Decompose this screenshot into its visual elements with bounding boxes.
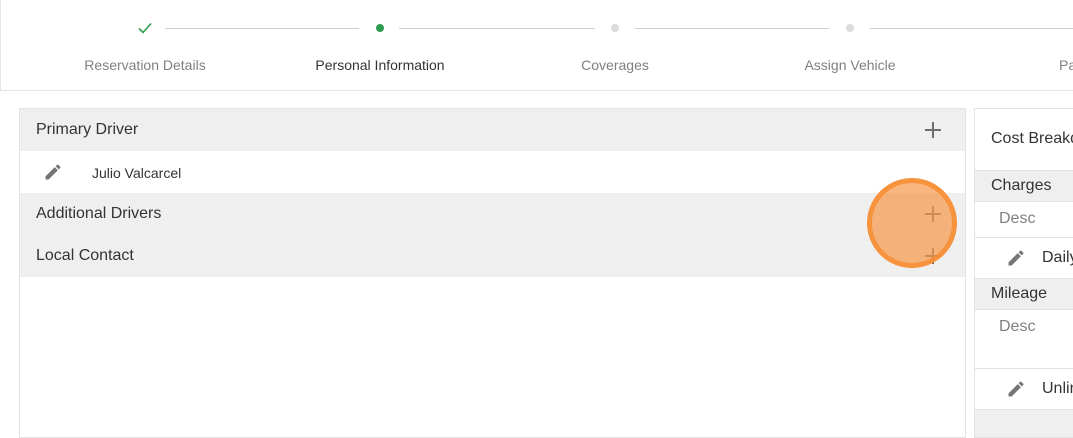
step-dot [846,24,854,32]
additional-drivers-header: Additional Drivers [20,193,965,235]
charges-row: Daily [975,237,1073,277]
check-icon [138,22,152,34]
edit-pencil-icon[interactable] [1006,248,1026,268]
progress-stepper: Reservation Details Personal Information… [0,0,1073,91]
charges-desc-header: Desc [999,210,1036,227]
step-1-check-icon [137,20,153,36]
step-connector [635,28,829,29]
next-section-header [975,409,1073,437]
cost-breakdown-title: Cost Breakd [991,130,1073,147]
step-connector [870,28,1073,29]
cost-breakdown-panel: Cost Breakd Charges Desc Daily Mileage D… [974,108,1073,438]
mileage-row: Unlin [975,368,1073,408]
local-contact-title: Local Contact [36,247,134,264]
primary-driver-name: Julio Valcarcel [92,165,182,181]
step-label-assign-vehicle[interactable]: Assign Vehicle [804,57,895,73]
step-connector [399,28,595,29]
additional-drivers-title: Additional Drivers [36,205,162,222]
charges-section-header: Charges [975,170,1073,202]
step-4-marker [846,24,854,32]
step-label-reservation-details[interactable]: Reservation Details [84,57,205,73]
active-step-dot [376,24,384,32]
mileage-section-header: Mileage [975,278,1073,310]
step-2-marker [376,24,384,32]
add-local-contact-plus-icon[interactable] [925,248,941,264]
add-additional-driver-plus-icon[interactable] [925,206,941,222]
charges-row-description: Daily [1042,249,1073,266]
step-3-marker [611,24,619,32]
edit-pencil-icon[interactable] [1006,379,1026,399]
local-contact-header: Local Contact [20,235,965,277]
primary-driver-header: Primary Driver [20,109,965,151]
primary-driver-row: Julio Valcarcel [20,151,965,193]
step-connector [165,28,359,29]
primary-driver-title: Primary Driver [36,121,139,138]
step-label-payment[interactable]: Paym [1059,57,1073,73]
step-dot [611,24,619,32]
mileage-desc-header: Desc [999,318,1036,335]
mileage-row-description: Unlin [1042,380,1073,397]
drivers-panel: Primary Driver Julio Valcarcel Additiona… [19,108,966,438]
step-label-coverages[interactable]: Coverages [581,57,649,73]
edit-pencil-icon[interactable] [43,162,63,182]
add-primary-driver-plus-icon[interactable] [925,122,941,138]
step-label-personal-information[interactable]: Personal Information [315,57,444,73]
